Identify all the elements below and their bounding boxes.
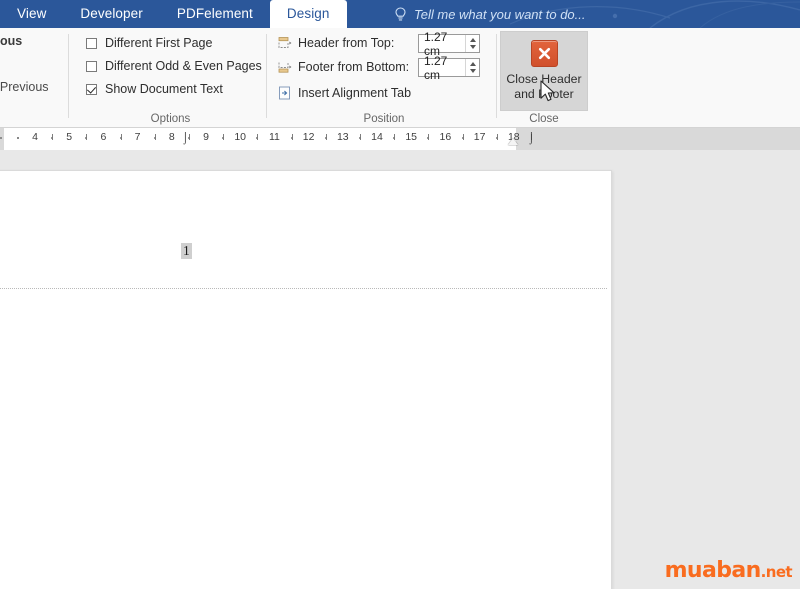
tell-me-placeholder: Tell me what you want to do... bbox=[414, 6, 586, 22]
close-button-label-line1: Close Header bbox=[506, 72, 582, 86]
ruler-dot bbox=[16, 137, 19, 139]
nav-previous-label[interactable]: ous bbox=[0, 34, 22, 48]
stepper-up-icon[interactable] bbox=[469, 62, 476, 66]
stepper-down-icon[interactable] bbox=[469, 45, 476, 49]
ruler-dot bbox=[461, 137, 464, 139]
footer-from-bottom-label: Footer from Bottom: bbox=[298, 60, 410, 74]
footer-from-bottom-value: 1.27 cm bbox=[424, 53, 448, 82]
first-line-indent-marker[interactable] bbox=[508, 138, 518, 145]
footer-from-bottom-input[interactable]: 1.27 cm bbox=[418, 54, 480, 82]
ruler-dot bbox=[358, 137, 361, 139]
ruler-number: 8 bbox=[168, 131, 175, 143]
close-button-label: Close Header and Footer bbox=[506, 72, 581, 101]
checkbox-label: Different Odd & Even Pages bbox=[105, 59, 262, 73]
stepper-up-icon[interactable] bbox=[469, 38, 476, 42]
header-boundary-line bbox=[0, 288, 607, 289]
ruler-number: 10 bbox=[234, 131, 247, 143]
ruler-number: 6 bbox=[100, 131, 107, 143]
group-separator-1 bbox=[68, 34, 69, 118]
ruler-dot bbox=[495, 137, 498, 139]
ruler-number: 12 bbox=[302, 131, 315, 143]
ruler-dot bbox=[324, 137, 327, 139]
tab-stop-marker[interactable]: ⌡ bbox=[528, 132, 535, 144]
watermark-suffix: .net bbox=[760, 563, 793, 581]
close-header-and-footer-button[interactable]: Close Header and Footer bbox=[500, 31, 588, 111]
checkbox-box[interactable] bbox=[86, 60, 97, 72]
page-number-field[interactable]: 1 bbox=[181, 243, 192, 259]
header-offset-icon bbox=[278, 37, 292, 48]
group-separator-2 bbox=[266, 34, 267, 118]
tab-stop-marker-center[interactable]: ⌡ bbox=[182, 132, 189, 144]
close-button-label-line2: and Footer bbox=[514, 86, 574, 101]
checkbox-box[interactable] bbox=[86, 83, 97, 95]
stepper-down-icon[interactable] bbox=[469, 69, 476, 73]
checkbox-label: Different First Page bbox=[105, 36, 213, 50]
header-from-top-row[interactable]: Header from Top: bbox=[278, 36, 394, 50]
tab-view[interactable]: View bbox=[0, 0, 63, 28]
group-label-position: Position bbox=[363, 113, 405, 125]
document-page[interactable]: 1 bbox=[0, 170, 612, 589]
insert-alignment-tab-label: Insert Alignment Tab bbox=[298, 86, 412, 100]
ribbon-group-position: Header from Top: 1.27 cm Footer from Bot… bbox=[270, 28, 498, 127]
checkbox-label: Show Document Text bbox=[105, 82, 223, 96]
tell-me-search[interactable]: Tell me what you want to do... bbox=[388, 0, 586, 28]
checkbox-different-first-page[interactable]: Different First Page bbox=[86, 36, 212, 50]
footer-from-bottom-stepper[interactable] bbox=[465, 59, 479, 76]
ruler-dot bbox=[153, 137, 156, 139]
group-label-close: Close bbox=[529, 113, 559, 125]
checkbox-show-document-text[interactable]: Show Document Text bbox=[86, 82, 223, 96]
header-from-top-label: Header from Top: bbox=[298, 36, 395, 50]
ribbon-group-navigation: ous to Previous bbox=[0, 28, 66, 127]
ruler-dot bbox=[0, 137, 2, 139]
group-separator-3 bbox=[496, 34, 497, 118]
ribbon-tab-bar: View Developer PDFelement Design Tell me… bbox=[0, 0, 800, 28]
ruler-number: 15 bbox=[405, 131, 418, 143]
document-canvas: 1 muaban.net bbox=[0, 150, 800, 589]
word-application-window: View Developer PDFelement Design Tell me… bbox=[0, 0, 800, 589]
header-from-top-stepper[interactable] bbox=[465, 35, 479, 52]
horizontal-ruler[interactable]: 4 5 6 7 8 9 10 11 12 13 14 15 16 17 18 ⌡ ⌡ bbox=[0, 128, 800, 151]
ruler-number: 4 bbox=[32, 131, 38, 143]
insert-alignment-tab-button[interactable]: Insert Alignment Tab bbox=[278, 86, 411, 100]
tab-list: View Developer PDFelement Design bbox=[0, 0, 347, 28]
close-x-icon bbox=[530, 40, 558, 67]
tab-pdfelement[interactable]: PDFelement bbox=[160, 0, 270, 28]
ruler-number: 13 bbox=[336, 131, 349, 143]
footer-offset-icon bbox=[278, 62, 292, 73]
ruler-number: 11 bbox=[268, 131, 280, 143]
ruler-number: 14 bbox=[371, 131, 383, 143]
footer-from-bottom-row[interactable]: Footer from Bottom: bbox=[278, 60, 409, 74]
ribbon-group-close: Close Header and Footer Close bbox=[500, 28, 588, 127]
watermark-logo: muaban.net bbox=[664, 558, 793, 583]
ribbon-panel: ous to Previous Different First Page Dif… bbox=[0, 28, 800, 128]
ruler-number: 7 bbox=[134, 131, 141, 143]
group-label-options: Options bbox=[150, 113, 191, 125]
tab-developer[interactable]: Developer bbox=[63, 0, 159, 28]
alignment-tab-icon bbox=[279, 86, 290, 100]
tab-design[interactable]: Design bbox=[269, 0, 347, 28]
checkbox-box[interactable] bbox=[86, 37, 97, 49]
lightbulb-icon bbox=[395, 6, 406, 20]
header-from-top-input[interactable]: 1.27 cm bbox=[418, 30, 480, 58]
link-to-previous-button[interactable]: to Previous bbox=[0, 80, 49, 94]
ruler-number: 17 bbox=[473, 131, 486, 143]
ruler-number: 16 bbox=[439, 131, 452, 143]
ruler-number: 5 bbox=[66, 131, 73, 143]
checkbox-different-odd-even-pages[interactable]: Different Odd & Even Pages bbox=[86, 59, 262, 73]
ruler-number: 9 bbox=[203, 131, 209, 143]
ruler-dot bbox=[119, 137, 122, 139]
watermark-text: muaban bbox=[664, 558, 762, 583]
ribbon-group-options: Different First Page Different Odd & Eve… bbox=[78, 28, 263, 127]
ruler-dot bbox=[290, 137, 293, 139]
ruler-tick-marks: 4 5 6 7 8 9 10 11 12 13 14 15 16 17 18 bbox=[0, 128, 800, 150]
